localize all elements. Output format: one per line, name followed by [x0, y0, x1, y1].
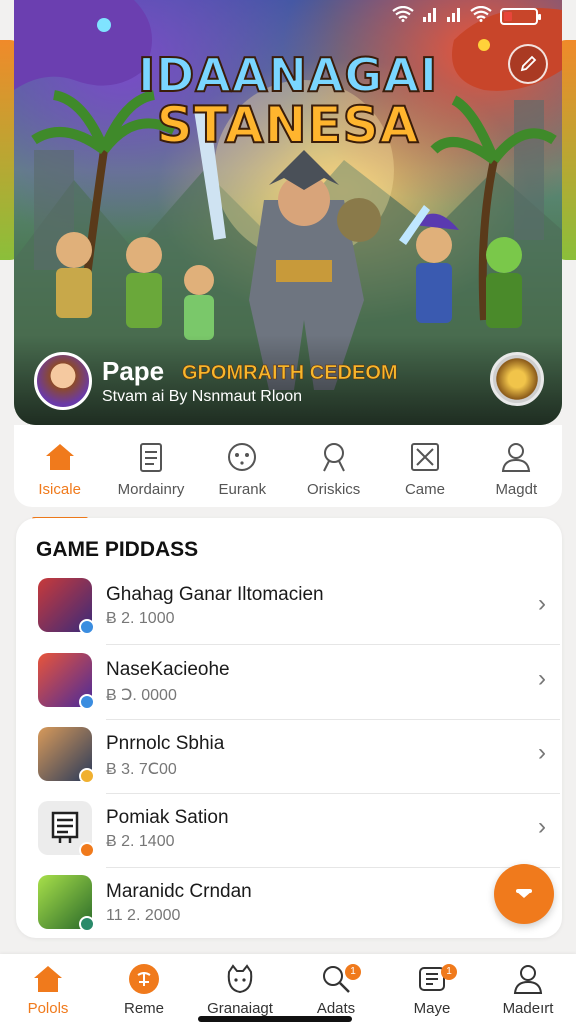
- game-title: NaseKacieohe: [106, 659, 230, 680]
- face-icon: [227, 964, 253, 994]
- tab-came[interactable]: Came: [382, 439, 468, 498]
- section-title: GAME PIDDASS: [36, 538, 199, 561]
- list-item[interactable]: Pnrnolc Sbhia Ƀ 3. 7Ⅽ00 ›: [38, 727, 560, 801]
- game-price: Ƀ 2. 1400: [106, 833, 175, 850]
- game-list-card: GAME PIDDASS Ghahag Ganar Iltomacien Ƀ 2…: [16, 518, 562, 938]
- person-icon: [502, 443, 531, 472]
- face-icon: [228, 443, 257, 471]
- nav-polols[interactable]: Polols: [1, 962, 95, 1024]
- game-price: Ƀ 3. 7Ⅽ00: [106, 761, 177, 778]
- hero-banner[interactable]: IDAANAGAI STANESA Pape GPOMRAITH CEDEOM …: [14, 0, 562, 425]
- divider: [106, 644, 560, 645]
- list-item[interactable]: NaseKacieohe Ƀ Ↄ. 0000 ›: [38, 653, 560, 727]
- game-thumbnail: [38, 801, 95, 858]
- wifi-icon: [392, 5, 414, 26]
- notification-badge: 1: [345, 964, 361, 980]
- person-icon: [513, 965, 543, 994]
- game-title: Maranidc Crndan: [106, 881, 252, 902]
- chevron-right-icon: ›: [538, 739, 546, 766]
- notification-badge: 1: [441, 964, 457, 980]
- list-item[interactable]: Ghahag Ganar Iltomacien Ƀ 2. 1000 ›: [38, 578, 560, 652]
- chevron-right-icon: ›: [538, 813, 546, 840]
- home-icon: [45, 444, 74, 470]
- battery-icon: [500, 7, 541, 25]
- tab-magdt[interactable]: Magdt: [473, 439, 559, 498]
- dragon-emblem-icon[interactable]: [490, 352, 544, 406]
- nav-maye[interactable]: 1 Maye: [385, 962, 479, 1024]
- document-icon: [139, 443, 162, 472]
- chevron-right-icon: ›: [538, 665, 546, 692]
- tab-label: Isicale: [38, 481, 81, 498]
- status-bar: [392, 5, 541, 26]
- divider: [106, 793, 560, 794]
- chevron-down-icon: [516, 889, 532, 898]
- pencil-icon[interactable]: [508, 44, 548, 84]
- home-indicator: [198, 1016, 352, 1022]
- nav-label: Polols: [27, 1000, 69, 1017]
- chevron-right-icon: ›: [538, 590, 546, 617]
- signal-icon: [446, 6, 462, 26]
- nav-label: Adats: [316, 1000, 356, 1017]
- nav-label: Reme: [123, 1000, 164, 1017]
- tab-isicale[interactable]: Isicale: [17, 439, 103, 521]
- tag-icon: [129, 964, 159, 994]
- list-item[interactable]: Pomiak Sation Ƀ 2. 1400 ›: [38, 801, 560, 875]
- game-thumbnail: [38, 875, 95, 932]
- creator-subtitle: Stvam ai By Nsnmaut Rloon: [102, 388, 303, 405]
- box-x-icon: [410, 443, 439, 471]
- tab-eurank[interactable]: Eurank: [199, 439, 285, 498]
- signal-icon: [422, 6, 438, 26]
- game-thumbnail: [38, 653, 95, 710]
- nav-adats[interactable]: 1 Adats: [289, 962, 383, 1024]
- tab-mordainry[interactable]: Mordainry: [108, 439, 194, 498]
- game-price: 11 2. 2000: [106, 907, 181, 924]
- game-thumbnail: [38, 578, 95, 635]
- game-price: Ƀ Ↄ. 0000: [106, 687, 177, 704]
- game-title: Pomiak Sation: [106, 807, 229, 828]
- nav-reme[interactable]: Reme: [97, 962, 191, 1024]
- nav-label: Maye: [413, 1000, 451, 1017]
- tab-label: Came: [404, 481, 445, 498]
- game-title: Pnrnolc Sbhia: [106, 733, 225, 754]
- game-name: GPOMRAITH CEDEOM: [182, 362, 398, 385]
- list-item[interactable]: Maranidc Crndan 11 2. 2000: [38, 875, 546, 938]
- nav-label: Granaiagt: [207, 1000, 273, 1017]
- tab-label: Magdt: [495, 481, 538, 498]
- bottom-navigation: Polols Reme Granaiagt 1 Adats 1 Maye Mad…: [0, 954, 576, 1024]
- floating-action-button[interactable]: [494, 864, 554, 924]
- divider: [106, 867, 560, 868]
- hero-title-line1: IDAANAGAI: [137, 47, 439, 103]
- avatar[interactable]: [34, 352, 92, 410]
- hero-title-line2: STANESA: [156, 95, 420, 155]
- tab-label: Mordainry: [117, 481, 185, 498]
- creator-name: Pape: [102, 356, 165, 386]
- game-price: Ƀ 2. 1000: [106, 610, 175, 627]
- wifi-icon: [470, 5, 492, 26]
- search-icon: [322, 443, 345, 472]
- game-thumbnail: [38, 727, 95, 784]
- tab-oriskics[interactable]: Oriskics: [291, 439, 377, 498]
- nav-granaiagt[interactable]: Granaiagt: [193, 962, 287, 1024]
- category-tabs: Isicale Mordainry Eurank Oriskics Came M…: [14, 425, 562, 521]
- nav-madeirt[interactable]: Madeırt: [481, 962, 575, 1024]
- tab-label: Oriskics: [306, 481, 361, 498]
- divider: [106, 719, 560, 720]
- tab-label: Eurank: [218, 481, 267, 498]
- nav-label: Madeırt: [502, 1000, 554, 1017]
- game-title: Ghahag Ganar Iltomacien: [106, 584, 324, 605]
- home-icon: [34, 966, 62, 992]
